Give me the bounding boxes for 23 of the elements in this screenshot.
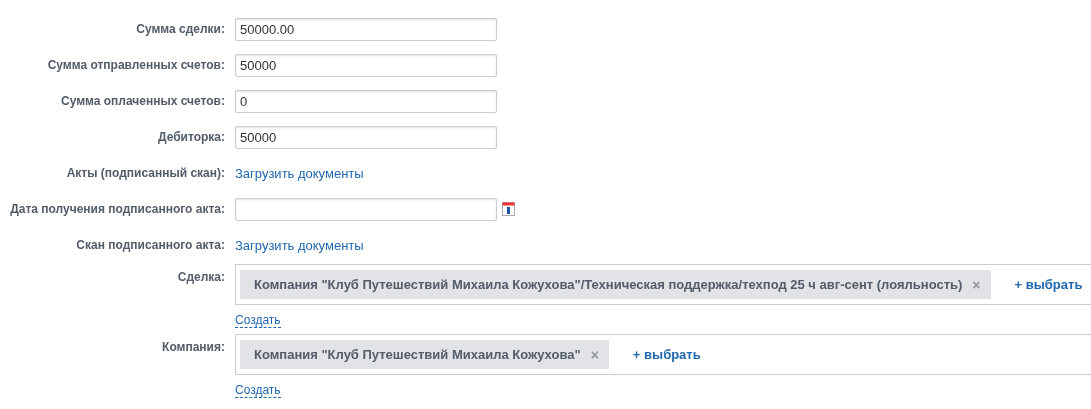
field-label: Дата получения подписанного акта: [9, 202, 225, 216]
tag-label: Компания "Клуб Путешествий Михаила Кожухова" [254, 347, 581, 362]
field-label: Сумма отправленных счетов: [46, 58, 225, 72]
text-field[interactable]: 50000 [235, 53, 497, 77]
date-field[interactable] [235, 197, 497, 221]
text-field[interactable]: 0 [235, 89, 497, 113]
text-field[interactable]: 50000 [235, 125, 497, 149]
field-label: Дебиторка: [156, 130, 225, 144]
field-label: Скан подписанного акта: [75, 238, 225, 252]
text-field[interactable]: 50000.00 [235, 17, 497, 41]
create-link[interactable]: Создать [235, 383, 281, 398]
calendar-icon[interactable] [502, 202, 515, 216]
create-link[interactable]: Создать [235, 313, 281, 328]
field-label: Компания: [161, 339, 225, 354]
field-label: Сумма сделки: [135, 22, 225, 36]
upload-link[interactable]: Загрузить документы [235, 237, 364, 253]
upload-link[interactable]: Загрузить документы [235, 165, 364, 181]
select-button[interactable]: + выбрать [1002, 277, 1083, 292]
field-label: Акты (подписанный скан): [65, 166, 225, 180]
tag-label: Компания "Клуб Путешествий Михаила Кожухова"/Техническая поддержка/техпод 25 ч авг-сент (лояльность) [254, 277, 963, 292]
field-label: Сделка: [176, 269, 225, 284]
select-button[interactable]: + выбрать [620, 347, 701, 362]
field-label: Сумма оплаченных счетов: [59, 94, 225, 108]
